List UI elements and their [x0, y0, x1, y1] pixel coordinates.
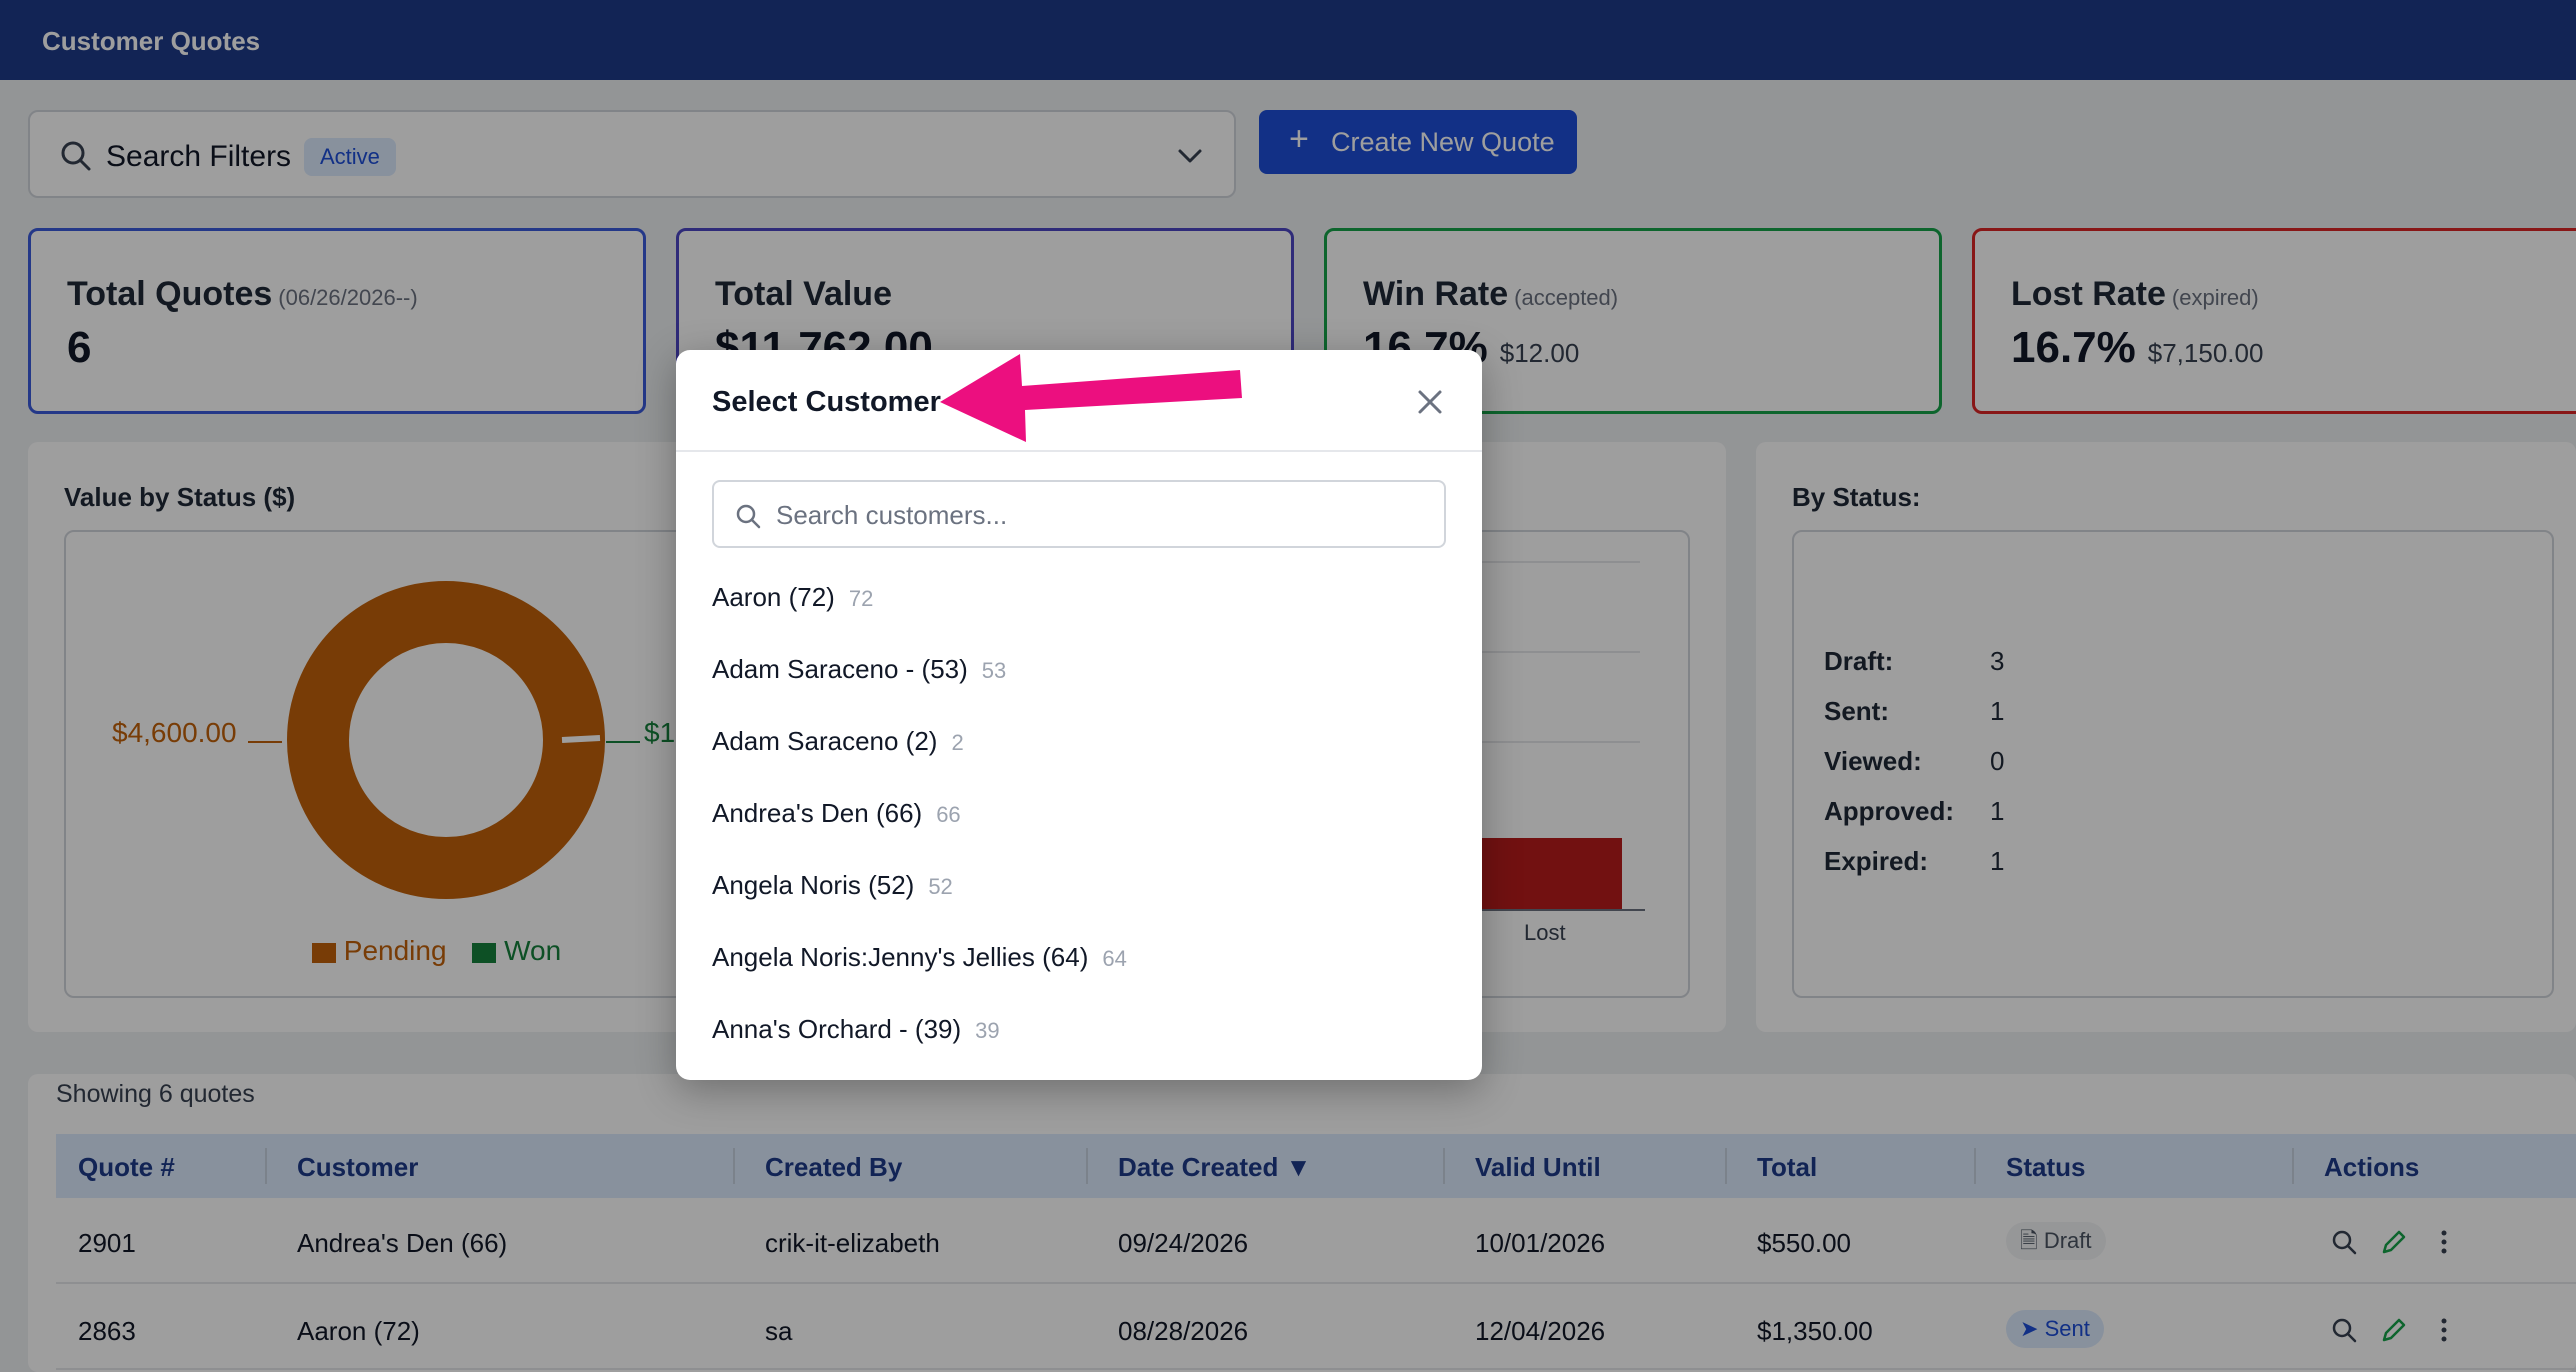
- customer-option[interactable]: Anna's Orchard - (39) 39: [712, 1014, 1000, 1045]
- customer-name: Angela Noris:Jenny's Jellies (64): [712, 942, 1089, 972]
- customer-id: 39: [975, 1018, 1000, 1043]
- customer-option[interactable]: Adam Saraceno - (53) 53: [712, 654, 1006, 685]
- customer-name: Adam Saraceno (2): [712, 726, 938, 756]
- customer-name: Anna's Orchard - (39): [712, 1014, 962, 1044]
- customer-id: 64: [1102, 946, 1127, 971]
- customer-name: Adam Saraceno - (53): [712, 654, 968, 684]
- search-icon: [736, 504, 761, 529]
- modal-header-divider: [676, 450, 1482, 452]
- customer-option[interactable]: Adam Saraceno (2) 2: [712, 726, 964, 757]
- customer-option[interactable]: Angela Noris:Jenny's Jellies (64) 64: [712, 942, 1127, 973]
- customer-option[interactable]: Aaron (72) 72: [712, 582, 873, 613]
- customer-search-box[interactable]: [712, 480, 1446, 548]
- customer-name: Andrea's Den (66): [712, 798, 923, 828]
- select-customer-modal: Select Customer Aaron (72) 72 Adam Sarace…: [676, 350, 1482, 1080]
- customer-id: 72: [848, 586, 874, 611]
- customer-option[interactable]: Andrea's Den (66) 66: [712, 798, 961, 829]
- customer-id: 2: [951, 730, 964, 755]
- customer-name: Aaron (72): [712, 582, 835, 612]
- customer-name: Angela Noris (52): [712, 870, 915, 900]
- modal-title: Select Customer: [712, 386, 941, 418]
- customer-search-input[interactable]: [776, 494, 1426, 536]
- close-icon[interactable]: [1412, 384, 1448, 420]
- customer-id: 66: [936, 802, 961, 827]
- customer-id: 52: [928, 874, 953, 899]
- customer-id: 53: [981, 658, 1007, 683]
- customer-option[interactable]: Angela Noris (52) 52: [712, 870, 953, 901]
